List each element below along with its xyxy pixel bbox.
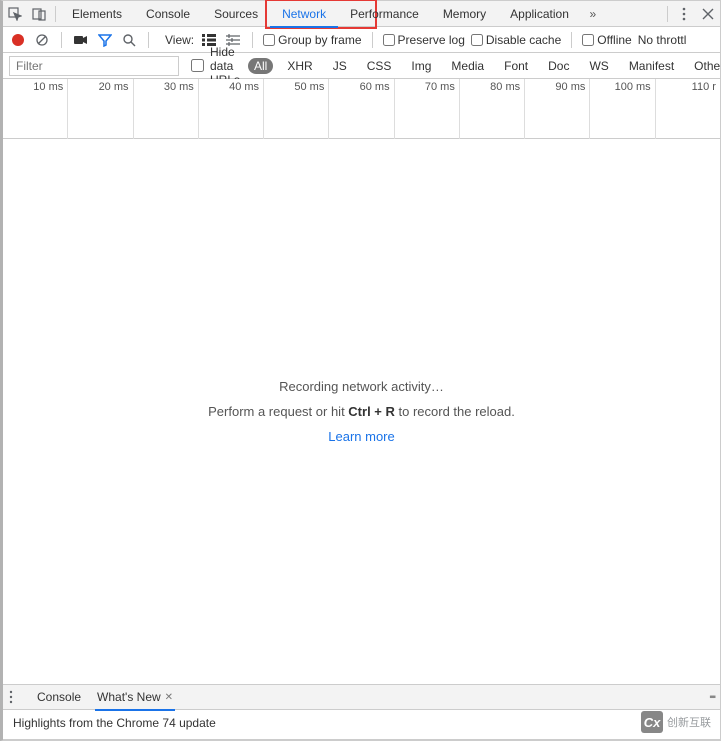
divider [148,32,149,48]
hint-shortcut: Ctrl + R [348,404,395,419]
filter-input[interactable] [9,56,179,76]
divider [55,6,56,22]
learn-more-link[interactable]: Learn more [328,429,394,444]
filter-icon[interactable] [96,31,114,49]
hint-text: Perform a request or hit [208,404,348,419]
drawer-tab-whatsnew[interactable]: What's New ✕ [95,684,175,710]
filter-type-ws[interactable]: WS [583,58,614,74]
filter-type-css[interactable]: CSS [361,58,398,74]
timeline-tick: 10 ms [3,79,68,139]
filter-type-doc[interactable]: Doc [542,58,575,74]
filter-type-img[interactable]: Img [405,58,437,74]
offline-checkbox[interactable]: Offline [582,33,631,47]
tab-network[interactable]: Network [270,1,338,27]
tab-sources[interactable]: Sources [202,1,270,27]
disable-cache-checkbox[interactable]: Disable cache [471,33,561,47]
tab-memory[interactable]: Memory [431,1,498,27]
drawer-content: Highlights from the Chrome 74 update [3,710,720,740]
search-icon[interactable] [120,31,138,49]
clear-icon[interactable] [33,31,51,49]
filter-type-all[interactable]: All [248,58,273,74]
preserve-log-checkbox[interactable]: Preserve log [383,33,465,47]
filter-type-xhr[interactable]: XHR [281,58,318,74]
close-icon[interactable]: ✕ [165,692,173,703]
network-timeline[interactable]: 10 ms 20 ms 30 ms 40 ms 50 ms 60 ms 70 m… [3,79,720,139]
timeline-tick: 90 ms [525,79,590,139]
tab-performance[interactable]: Performance [338,1,431,27]
filter-bar: Hide data URLs All XHR JS CSS Img Media … [3,53,720,79]
settings-menu-icon[interactable] [672,2,696,26]
tab-elements[interactable]: Elements [60,1,134,27]
reload-hint: Perform a request or hit Ctrl + R to rec… [208,404,515,419]
record-button[interactable] [9,31,27,49]
drawer-menu-icon[interactable] [9,690,23,704]
drawer-tab-console[interactable]: Console [35,684,83,710]
drawer-tab-label: What's New [97,690,161,704]
divider [571,32,572,48]
drawer-tabbar: Console What's New ✕ ▪▪▪ [3,684,720,710]
timeline-tick: 70 ms [395,79,460,139]
devtools-tabbar: Elements Console Sources Network Perform… [3,1,720,27]
network-toolbar: View: Group by frame Preserve log Disabl… [3,27,720,53]
divider [667,6,668,22]
device-toggle-icon[interactable] [27,2,51,26]
filter-type-js[interactable]: JS [327,58,353,74]
drawer-collapse-icon[interactable]: ▪▪▪ [709,692,714,703]
timeline-tick: 20 ms [68,79,133,139]
divider [252,32,253,48]
timeline-tick: 80 ms [460,79,525,139]
camera-icon[interactable] [72,31,90,49]
timeline-tick: 40 ms [199,79,264,139]
timeline-tick: 30 ms [134,79,199,139]
hint-text: to record the reload. [395,404,515,419]
tab-console[interactable]: Console [134,1,202,27]
tab-application[interactable]: Application [498,1,581,27]
inspect-element-icon[interactable] [3,2,27,26]
filter-type-manifest[interactable]: Manifest [623,58,680,74]
timeline-tick: 100 ms [590,79,655,139]
timeline-tick: 110 r [656,79,720,139]
divider [372,32,373,48]
recording-status-text: Recording network activity… [279,379,444,394]
filter-type-other[interactable]: Other [688,58,721,74]
timeline-tick: 60 ms [329,79,394,139]
timeline-tick: 50 ms [264,79,329,139]
tabs-overflow-icon[interactable]: » [581,2,605,26]
close-devtools-icon[interactable] [696,2,720,26]
group-by-frame-checkbox[interactable]: Group by frame [263,33,361,47]
divider [61,32,62,48]
filter-type-font[interactable]: Font [498,58,534,74]
filter-type-media[interactable]: Media [445,58,490,74]
throttling-dropdown[interactable]: No throttl [638,33,687,47]
empty-state: Recording network activity… Perform a re… [3,139,720,684]
